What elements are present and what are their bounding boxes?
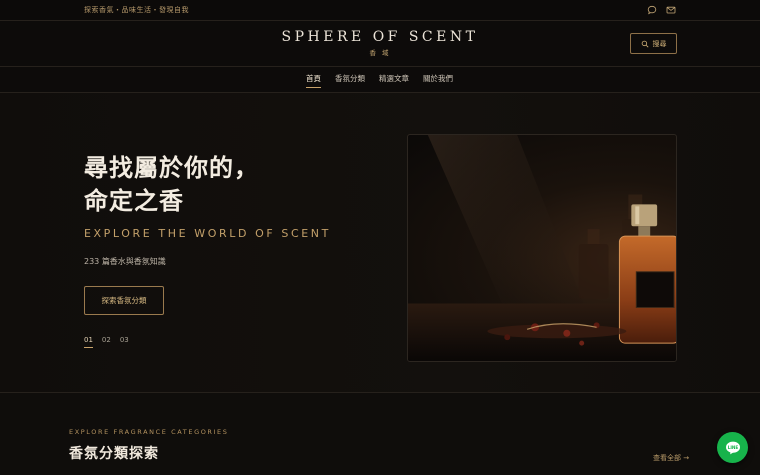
hero-title: 尋找屬於你的， 命定之香 — [84, 151, 259, 217]
chat-bubble-icon[interactable] — [647, 5, 657, 15]
search-icon — [641, 40, 648, 47]
hero-perfume-image — [407, 134, 677, 362]
search-button-label: 搜尋 — [652, 39, 667, 48]
hero-pager: 01 02 03 — [84, 336, 129, 348]
nav-item-articles[interactable]: 精選文章 — [379, 73, 409, 88]
mail-icon[interactable] — [666, 5, 676, 15]
nav-item-about[interactable]: 關於我們 — [423, 73, 453, 88]
line-chat-button[interactable]: LINE — [717, 432, 748, 463]
hero-section: 尋找屬於你的， 命定之香 EXPLORE THE WORLD OF SCENT … — [0, 93, 760, 393]
nav-item-categories[interactable]: 香氛分類 — [335, 73, 365, 88]
pager-item-2[interactable]: 02 — [102, 336, 111, 348]
explore-categories-button[interactable]: 探索香氛分類 — [84, 286, 164, 315]
line-chat-label: LINE — [727, 444, 738, 449]
hero-title-line2: 命定之香 — [84, 186, 184, 215]
top-bar-icons — [647, 5, 676, 15]
top-bar: 探索香氣・品味生活・發現自我 — [0, 0, 760, 21]
tagline: 探索香氣・品味生活・發現自我 — [84, 6, 189, 14]
view-all-link[interactable]: 查看全部 → — [653, 453, 689, 463]
search-button[interactable]: 搜尋 — [630, 33, 677, 54]
section-eyebrow: EXPLORE FRAGRANCE CATEGORIES — [69, 428, 229, 436]
pager-item-3[interactable]: 03 — [120, 336, 129, 348]
line-chat-icon: LINE — [725, 441, 740, 454]
site-header: SPHERE OF SCENT 香 域 搜尋 — [0, 21, 760, 67]
main-nav: 首頁 香氛分類 精選文章 關於我們 — [0, 67, 760, 93]
pager-item-1[interactable]: 01 — [84, 336, 93, 348]
nav-item-home[interactable]: 首頁 — [306, 73, 321, 88]
hero-title-line1: 尋找屬於你的， — [84, 153, 259, 182]
hero-subtitle: EXPLORE THE WORLD OF SCENT — [84, 227, 331, 240]
nav-items: 首頁 香氛分類 精選文章 關於我們 — [306, 73, 453, 88]
hero-article-count: 233 篇香水與香氛知識 — [84, 257, 166, 266]
section-title: 香氛分類探索 — [69, 446, 159, 462]
